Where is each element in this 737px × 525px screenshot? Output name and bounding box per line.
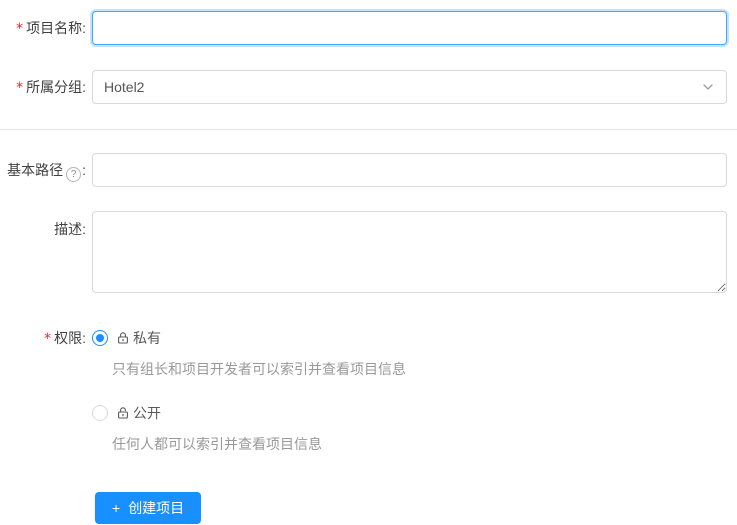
permission-private-description: 只有组长和项目开发者可以索引并查看项目信息 — [112, 361, 406, 377]
description-textarea[interactable] — [92, 211, 727, 293]
permission-label: * 权限: — [44, 330, 86, 347]
chevron-down-icon — [703, 84, 713, 90]
permission-public-label: 公开 — [133, 405, 161, 421]
question-circle-icon[interactable]: ? — [66, 167, 82, 182]
group-row: * 所属分组: Hotel2 — [0, 70, 737, 105]
create-project-button-label: 创建项目 — [128, 500, 185, 516]
permission-row: * 权限: 私有 只有组长和项目开发者可以索引并查看项目信息 公开 任何人都可以… — [0, 327, 737, 454]
base-path-row: 基本路径?: — [0, 153, 737, 187]
create-project-form: * 项目名称: * 所属分组: Hotel2 基本路径?: 描述: * 权限: … — [0, 0, 737, 525]
radio-unselected-icon[interactable] — [92, 405, 108, 421]
project-name-input[interactable] — [92, 11, 727, 45]
group-label: * 所属分组: — [16, 79, 86, 96]
base-path-label: 基本路径?: — [7, 162, 86, 182]
radio-selected-icon[interactable] — [92, 330, 108, 346]
permission-public-description: 任何人都可以索引并查看项目信息 — [112, 436, 322, 452]
lock-icon — [118, 332, 128, 344]
required-marker: * — [16, 80, 24, 96]
base-path-input[interactable] — [92, 153, 727, 187]
required-marker: * — [44, 331, 52, 347]
description-label: 描述: — [54, 221, 86, 237]
group-select[interactable]: Hotel2 — [92, 70, 727, 104]
permission-radio-public[interactable]: 公开 — [92, 402, 727, 424]
permission-private-label: 私有 — [133, 330, 161, 346]
create-project-button[interactable]: + 创建项目 — [95, 492, 202, 524]
group-select-value: Hotel2 — [104, 79, 145, 95]
unlock-icon — [118, 407, 128, 419]
submit-row: + 创建项目 — [0, 492, 737, 524]
section-divider — [0, 129, 737, 130]
required-marker: * — [16, 21, 24, 37]
project-name-label: * 项目名称: — [16, 20, 86, 37]
description-row: 描述: — [0, 211, 737, 296]
project-name-row: * 项目名称: — [0, 11, 737, 46]
permission-radio-private[interactable]: 私有 — [92, 327, 727, 349]
plus-icon: + — [112, 500, 121, 516]
